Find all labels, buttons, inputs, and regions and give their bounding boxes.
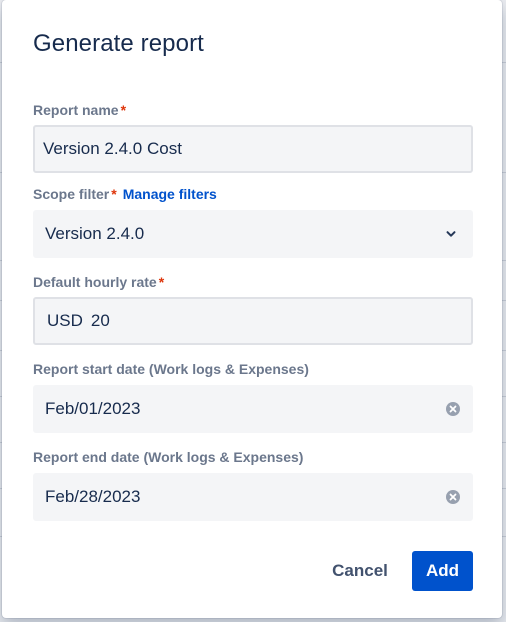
start-date-label: Report start date (Work logs & Expenses) (33, 361, 309, 377)
start-date-picker[interactable]: Feb/01/2023 (33, 385, 473, 433)
scope-filter-value: Version 2.4.0 (45, 224, 145, 243)
end-date-value: Feb/28/2023 (45, 487, 141, 506)
report-name-label-text: Report name (33, 102, 119, 118)
hourly-rate-value: 20 (90, 311, 110, 330)
add-button[interactable]: Add (412, 551, 473, 591)
scope-filter-select[interactable]: Version 2.4.0 (33, 210, 473, 258)
required-asterisk: * (158, 274, 165, 290)
end-date-picker[interactable]: Feb/28/2023 (33, 473, 473, 521)
hourly-rate-input[interactable]: USD 20 (33, 297, 473, 345)
report-name-label: Report name * (33, 102, 126, 118)
report-name-input[interactable]: Version 2.4.0 Cost (33, 125, 473, 173)
currency-prefix: USD (47, 311, 83, 330)
report-name-value: Version 2.4.0 Cost (43, 139, 182, 158)
start-date-value: Feb/01/2023 (45, 399, 141, 418)
dialog-title: Generate report (33, 30, 204, 57)
scope-filter-label-text: Scope filter (33, 186, 110, 202)
required-asterisk: * (111, 186, 117, 202)
start-date-label-text: Report start date (Work logs & Expenses) (33, 361, 309, 377)
clear-icon[interactable] (445, 489, 461, 505)
end-date-label: Report end date (Work logs & Expenses) (33, 449, 303, 465)
cancel-button[interactable]: Cancel (322, 551, 398, 591)
scope-filter-label: Scope filter * Manage filters (33, 186, 217, 202)
chevron-down-icon (446, 231, 456, 237)
required-asterisk: * (120, 102, 127, 118)
generate-report-dialog: Generate report Report name * Version 2.4… (2, 0, 502, 618)
hourly-rate-label-text: Default hourly rate (33, 274, 157, 290)
end-date-label-text: Report end date (Work logs & Expenses) (33, 449, 304, 465)
clear-icon[interactable] (445, 401, 461, 417)
manage-filters-link[interactable]: Manage filters (123, 186, 217, 202)
hourly-rate-label: Default hourly rate * (33, 274, 164, 290)
